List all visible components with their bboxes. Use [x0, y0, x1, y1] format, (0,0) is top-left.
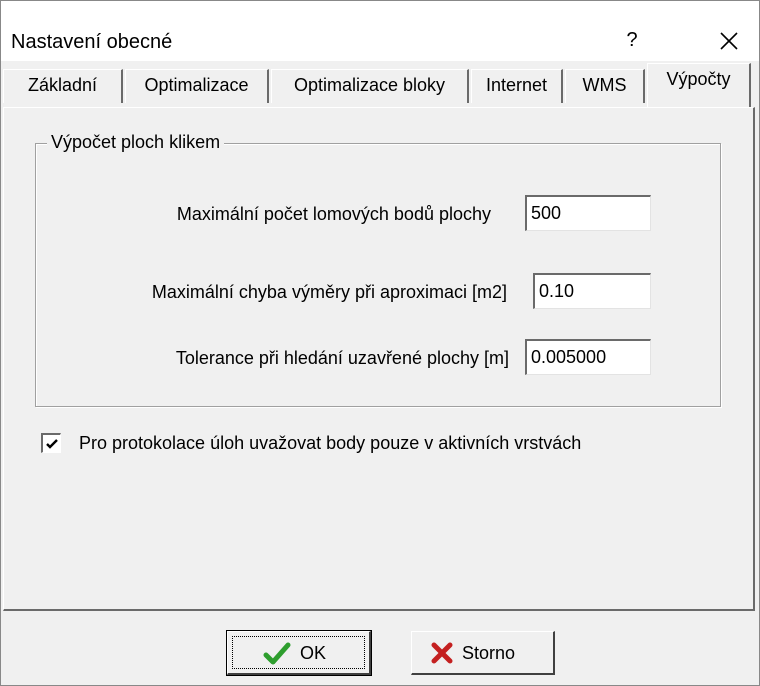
ok-label: OK — [300, 643, 327, 663]
tab-optimalizace[interactable]: Optimalizace — [125, 69, 269, 103]
help-button[interactable]: ? — [617, 25, 647, 55]
max-error-label: Maximální chyba výměry při aproximaci [m… — [151, 282, 507, 302]
checkmark-icon — [46, 439, 58, 449]
max-points-input[interactable] — [525, 195, 651, 231]
close-icon — [720, 32, 738, 50]
tab-vypocty[interactable]: Výpočty — [647, 63, 751, 107]
tolerance-label: Tolerance při hledání uzavřené plochy [m… — [175, 348, 509, 368]
tab-zakladni[interactable]: Základní — [3, 69, 123, 103]
settings-dialog: Nastavení obecné ? Základní Optimalizace… — [0, 0, 760, 686]
active-layers-checkbox[interactable] — [41, 433, 61, 453]
focus-rectangle — [232, 636, 365, 669]
tab-optimalizace-bloky[interactable]: Optimalizace bloky — [271, 69, 469, 103]
title-bar: Nastavení obecné ? — [1, 1, 759, 61]
ok-button[interactable]: OK — [226, 630, 372, 676]
checkmark-icon — [263, 642, 291, 665]
max-points-label: Maximální počet lomových bodů plochy — [176, 204, 491, 224]
x-icon — [431, 642, 453, 664]
tab-strip: Základní Optimalizace Optimalizace bloky… — [1, 61, 759, 111]
close-button[interactable] — [711, 23, 747, 59]
cancel-label: Storno — [462, 643, 516, 663]
window-title: Nastavení obecné — [11, 31, 173, 53]
active-layers-label: Pro protokolace úloh uvažovat body pouze… — [79, 433, 582, 453]
tolerance-input[interactable] — [525, 339, 651, 375]
tab-internet[interactable]: Internet — [471, 69, 563, 103]
max-error-input[interactable] — [533, 273, 651, 309]
tab-wms[interactable]: WMS — [565, 69, 645, 103]
cancel-button[interactable]: Storno — [411, 631, 555, 675]
group-legend: Výpočet ploch klikem — [47, 131, 225, 153]
